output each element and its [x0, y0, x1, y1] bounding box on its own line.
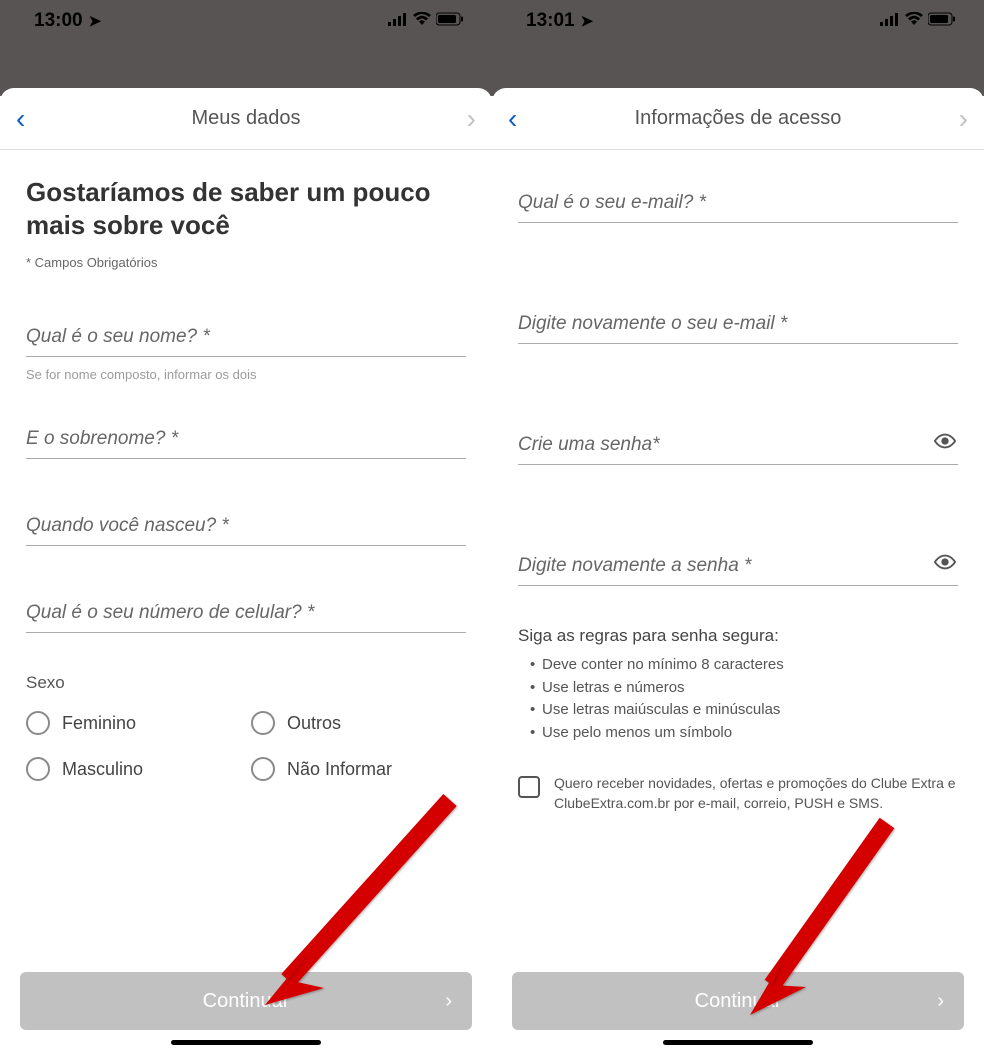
wifi-icon: [905, 10, 923, 32]
status-area: 13:01 ➤: [492, 0, 984, 96]
content: Gostaríamos de saber um pouco mais sobre…: [0, 150, 492, 1063]
password-confirm-input[interactable]: [518, 551, 958, 586]
birthdate-field-group: [26, 511, 466, 546]
phone-input[interactable]: [26, 598, 466, 633]
newsletter-label: Quero receber novidades, ofertas e promo…: [554, 774, 958, 813]
chevron-right-icon: ›: [445, 990, 452, 1013]
radio-icon: [26, 711, 50, 735]
nav-title: Meus dados: [192, 107, 301, 130]
newsletter-checkbox-row[interactable]: Quero receber novidades, ofertas e promo…: [518, 774, 958, 813]
sheet: ‹ Meus dados › Gostaríamos de saber um p…: [0, 88, 492, 1063]
radio-feminino[interactable]: Feminino: [26, 711, 241, 735]
status-area: 13:00 ➤: [0, 0, 492, 96]
back-button[interactable]: ‹: [508, 103, 538, 135]
continue-label: Continuar: [203, 990, 290, 1013]
phone-field-group: [26, 598, 466, 633]
location-icon: ➤: [581, 12, 594, 30]
birthdate-input[interactable]: [26, 511, 466, 546]
name-helper: Se for nome composto, informar os dois: [26, 367, 466, 382]
status-time: 13:00: [34, 10, 83, 32]
password-field-group: [518, 430, 958, 465]
continue-button[interactable]: Continuar ›: [512, 972, 964, 1030]
required-note: * Campos Obrigatórios: [26, 255, 466, 270]
rules-title: Siga as regras para senha segura:: [518, 626, 958, 646]
password-rules: Siga as regras para senha segura: Deve c…: [518, 626, 958, 744]
radio-icon: [251, 711, 275, 735]
forward-button: ›: [938, 103, 968, 135]
status-time: 13:01: [526, 10, 575, 32]
bottom-area: Continuar ›: [518, 972, 958, 1063]
gender-radio-group: Feminino Outros Masculino Não Informar: [26, 711, 466, 781]
back-button[interactable]: ‹: [16, 103, 46, 135]
eye-icon[interactable]: [934, 551, 956, 578]
radio-masculino[interactable]: Masculino: [26, 757, 241, 781]
email-field-group: [518, 188, 958, 223]
signal-icon: [388, 10, 408, 32]
radio-label: Não Informar: [287, 759, 392, 780]
radio-outros[interactable]: Outros: [251, 711, 466, 735]
surname-field-group: [26, 424, 466, 459]
wifi-icon: [413, 10, 431, 32]
eye-icon[interactable]: [934, 430, 956, 457]
gender-label: Sexo: [26, 673, 466, 693]
rule-item: Use letras e números: [530, 677, 958, 700]
email-input[interactable]: [518, 188, 958, 223]
nav-header: ‹ Informações de acesso ›: [492, 88, 984, 150]
name-field-group: Se for nome composto, informar os dois: [26, 322, 466, 382]
rules-list: Deve conter no mínimo 8 caracteres Use l…: [518, 654, 958, 744]
signal-icon: [880, 10, 900, 32]
password-confirm-field-group: [518, 551, 958, 586]
page-heading: Gostaríamos de saber um pouco mais sobre…: [26, 176, 466, 241]
checkbox-icon: [518, 776, 540, 798]
forward-button: ›: [446, 103, 476, 135]
radio-label: Outros: [287, 713, 341, 734]
screen-meus-dados: 13:00 ➤ ‹ Meus dados › Gostaríamos de sa…: [0, 0, 492, 1063]
rule-item: Deve conter no mínimo 8 caracteres: [530, 654, 958, 677]
rule-item: Use letras maiúsculas e minúsculas: [530, 699, 958, 722]
nav-title: Informações de acesso: [635, 107, 842, 130]
radio-icon: [251, 757, 275, 781]
location-icon: ➤: [89, 12, 102, 30]
status-bar: 13:01 ➤: [492, 0, 984, 42]
email-confirm-field-group: [518, 309, 958, 344]
sheet: ‹ Informações de acesso ›: [492, 88, 984, 1063]
continue-label: Continuar: [695, 990, 782, 1013]
password-input[interactable]: [518, 430, 958, 465]
bottom-area: Continuar ›: [26, 972, 466, 1063]
battery-icon: [436, 10, 464, 32]
radio-nao-informar[interactable]: Não Informar: [251, 757, 466, 781]
surname-input[interactable]: [26, 424, 466, 459]
name-input[interactable]: [26, 322, 466, 357]
radio-label: Masculino: [62, 759, 143, 780]
status-bar: 13:00 ➤: [0, 0, 492, 42]
nav-header: ‹ Meus dados ›: [0, 88, 492, 150]
rule-item: Use pelo menos um símbolo: [530, 722, 958, 745]
battery-icon: [928, 10, 956, 32]
home-indicator: [663, 1040, 813, 1045]
screen-informacoes-acesso: 13:01 ➤ ‹ Informações de acesso ›: [492, 0, 984, 1063]
home-indicator: [171, 1040, 321, 1045]
content: Siga as regras para senha segura: Deve c…: [492, 150, 984, 1063]
radio-icon: [26, 757, 50, 781]
radio-label: Feminino: [62, 713, 136, 734]
email-confirm-input[interactable]: [518, 309, 958, 344]
chevron-right-icon: ›: [937, 990, 944, 1013]
continue-button[interactable]: Continuar ›: [20, 972, 472, 1030]
